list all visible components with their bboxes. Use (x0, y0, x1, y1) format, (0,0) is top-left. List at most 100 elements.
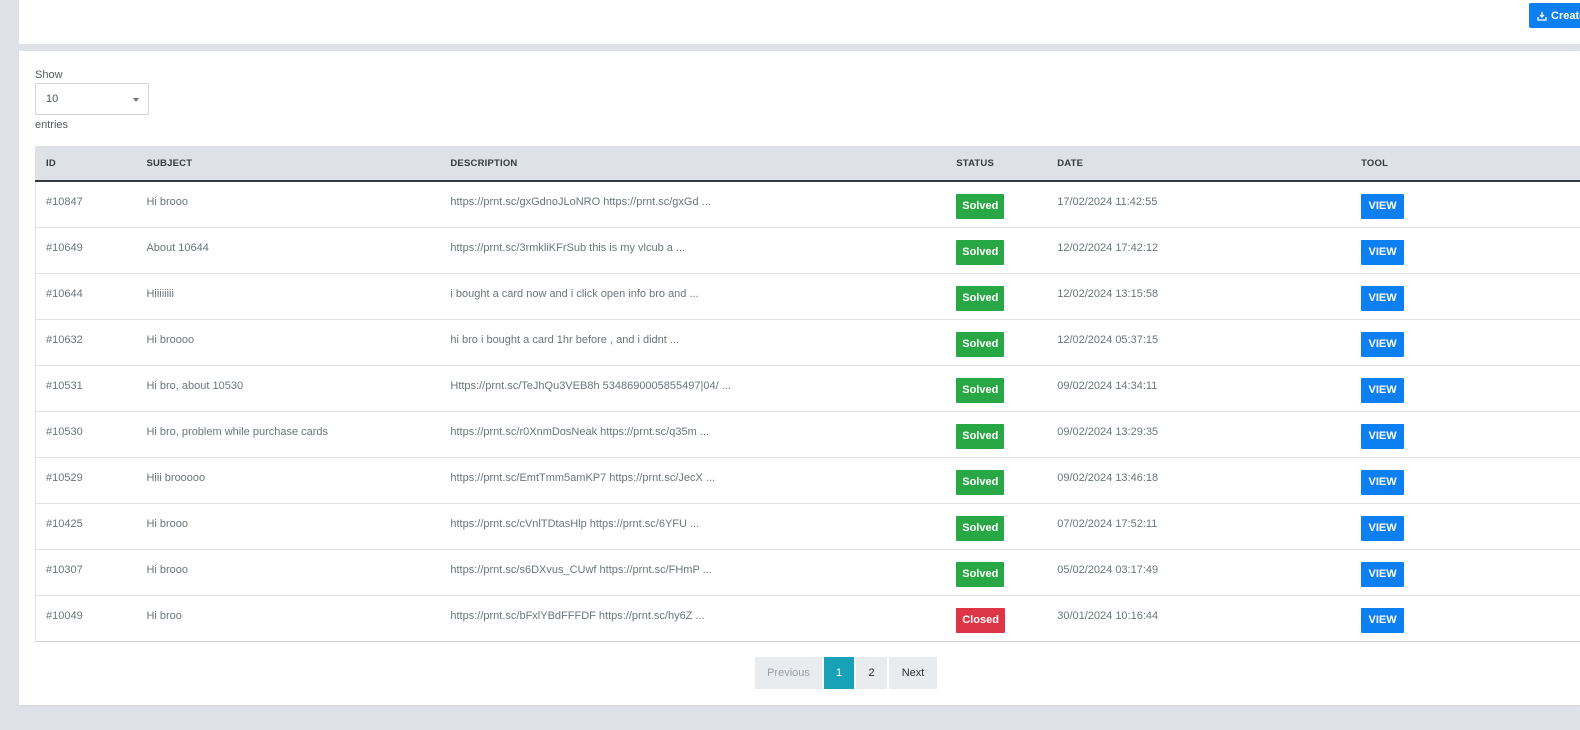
ticket-id: #10307 (46, 563, 83, 576)
ticket-status-cell: Solved (946, 457, 1047, 503)
ticket-subject: Hi brooo (146, 196, 189, 208)
view-button[interactable]: VIEW (1361, 239, 1405, 265)
ticket-subject: Hiiiiiiii (146, 287, 174, 300)
ticket-subject: Hi broo (146, 609, 182, 622)
table-row: #10531 Hi bro, about 10530 Https://prnt.sc… (35, 365, 1580, 411)
next-page-button[interactable]: Next (889, 657, 937, 689)
ticket-tool-cell: VIEW (1351, 273, 1580, 319)
ticket-date: 17/02/2024 11:42:55 (1057, 196, 1158, 208)
download-icon (1537, 11, 1547, 21)
view-button[interactable]: VIEW (1361, 194, 1405, 219)
ticket-status-cell: Solved (946, 181, 1047, 227)
ticket-description: hi bro i bought a card 1hr before , and … (450, 333, 680, 346)
view-button[interactable]: VIEW (1361, 331, 1405, 357)
ticket-date: 05/02/2024 03:17:49 (1057, 563, 1159, 576)
ticket-status-cell: Closed (946, 595, 1047, 641)
tickets-card: Show 10 entries ID SUBJECT DESCRIPTION STAT… (19, 51, 1580, 705)
column-header-date[interactable]: DATE (1047, 146, 1351, 181)
ticket-date: 09/02/2024 13:29:35 (1057, 425, 1159, 438)
ticket-status-cell: Solved (946, 319, 1047, 365)
table-row: #10530 Hi bro, problem while purchase car… (35, 411, 1580, 457)
table-row: #10307 Hi brooo https://prnt.sc/s6DXvus_CU… (35, 549, 1580, 595)
page-button-1[interactable]: 1 (824, 657, 854, 689)
view-button[interactable]: VIEW (1361, 285, 1405, 311)
header-row: ID SUBJECT DESCRIPTION STATUS DATE TOOL (35, 146, 1580, 181)
ticket-id: #10531 (46, 379, 83, 392)
ticket-subject: Hi brooo (146, 563, 189, 576)
ticket-tool-cell: VIEW (1351, 181, 1580, 227)
entries-select[interactable]: 10 (35, 83, 149, 115)
ticket-description: https://prnt.sc/EmtTmm5amKP7 https://prn… (450, 471, 716, 484)
ticket-date: 09/02/2024 13:46:18 (1057, 471, 1159, 484)
ticket-subject: Hiii brooooo (146, 471, 206, 484)
ticket-description: https://prnt.sc/3rmkliKFrSub this is my … (450, 241, 686, 254)
column-header-id[interactable]: ID (36, 146, 137, 181)
table-row: #10632 Hi broooo hi bro i bought a card 1h… (35, 319, 1580, 365)
table-row: #10425 Hi brooo https://prnt.sc/cVnlTDtasH… (35, 503, 1580, 549)
view-button[interactable]: VIEW (1361, 515, 1405, 541)
column-header-tool[interactable]: TOOL (1351, 146, 1580, 181)
ticket-date: 30/01/2024 10:16:44 (1057, 609, 1159, 622)
ticket-id: #10847 (46, 196, 83, 208)
ticket-description: https://prnt.sc/cVnlTDtasHlp https://prn… (450, 517, 700, 530)
table-header: ID SUBJECT DESCRIPTION STATUS DATE TOOL (35, 146, 1580, 181)
create-button-label: Create (1551, 9, 1580, 22)
column-header-subject[interactable]: SUBJECT (136, 146, 440, 181)
entries-label: entries (35, 119, 69, 131)
view-button[interactable]: VIEW (1361, 469, 1405, 495)
tickets-table: ID SUBJECT DESCRIPTION STATUS DATE TOOL #1084… (35, 146, 1580, 642)
ticket-description: https://prnt.sc/gxGdnoJLoNRO https://prn… (450, 196, 711, 208)
ticket-tool-cell: VIEW (1351, 411, 1580, 457)
ticket-id: #10644 (46, 287, 83, 300)
ticket-status-cell: Solved (946, 549, 1047, 595)
entries-select-value: 10 (46, 93, 59, 105)
ticket-id: #10425 (46, 517, 83, 530)
status-badge: Solved (956, 561, 1005, 587)
ticket-status-cell: Solved (946, 503, 1047, 549)
ticket-subject: Hi bro, about 10530 (146, 379, 244, 392)
status-badge: Solved (956, 515, 1005, 541)
status-badge: Solved (956, 239, 1005, 265)
table-row: #10649 About 10644 https://prnt.sc/3rmkliK… (35, 227, 1580, 273)
ticket-date: 12/02/2024 17:42:12 (1057, 241, 1159, 254)
ticket-tool-cell: VIEW (1351, 457, 1580, 503)
status-badge: Solved (956, 194, 1005, 219)
column-header-status[interactable]: STATUS (946, 146, 1047, 181)
ticket-tool-cell: VIEW (1351, 227, 1580, 273)
ticket-id: #10049 (46, 609, 83, 622)
page-button-2[interactable]: 2 (856, 657, 887, 689)
create-button[interactable]: Create (1529, 3, 1580, 28)
ticket-id: #10530 (46, 425, 83, 438)
view-button[interactable]: VIEW (1361, 607, 1405, 633)
caret-down-icon (133, 98, 139, 102)
view-button[interactable]: VIEW (1361, 561, 1405, 587)
entries-length-control: Show 10 entries (35, 69, 149, 131)
view-button[interactable]: VIEW (1361, 377, 1405, 403)
view-button[interactable]: VIEW (1361, 423, 1405, 449)
top-toolbar-card: Create (19, 0, 1580, 44)
column-header-description[interactable]: DESCRIPTION (440, 146, 946, 181)
ticket-date: 12/02/2024 13:15:58 (1057, 287, 1159, 300)
ticket-description: https://prnt.sc/bFxlYBdFFFDF https://prn… (450, 609, 705, 622)
ticket-status-cell: Solved (946, 365, 1047, 411)
pagination: Previous 1 2 Next (755, 657, 939, 689)
ticket-id: #10649 (46, 241, 83, 254)
status-badge: Solved (956, 331, 1005, 357)
table-row: #10049 Hi broo https://prnt.sc/bFxlYBdFFFD… (35, 595, 1580, 641)
ticket-date: 07/02/2024 17:52:11 (1057, 517, 1158, 530)
ticket-date: 09/02/2024 14:34:11 (1057, 379, 1158, 392)
status-badge: Solved (956, 377, 1005, 403)
status-badge: Solved (956, 285, 1005, 311)
status-badge: Solved (956, 469, 1005, 495)
ticket-id: #10632 (46, 333, 83, 346)
previous-page-button[interactable]: Previous (755, 657, 822, 689)
ticket-id: #10529 (46, 471, 83, 484)
table-row: #10847 Hi brooo https://prnt.sc/gxGdnoJLoN… (35, 181, 1580, 227)
ticket-subject: About 10644 (146, 241, 209, 254)
ticket-status-cell: Solved (946, 227, 1047, 273)
ticket-tool-cell: VIEW (1351, 319, 1580, 365)
ticket-tool-cell: VIEW (1351, 503, 1580, 549)
ticket-date: 12/02/2024 05:37:15 (1057, 333, 1159, 346)
ticket-subject: Hi brooo (146, 517, 189, 530)
ticket-description: Https://prnt.sc/TeJhQu3VEB8h 53486900058… (450, 379, 731, 392)
